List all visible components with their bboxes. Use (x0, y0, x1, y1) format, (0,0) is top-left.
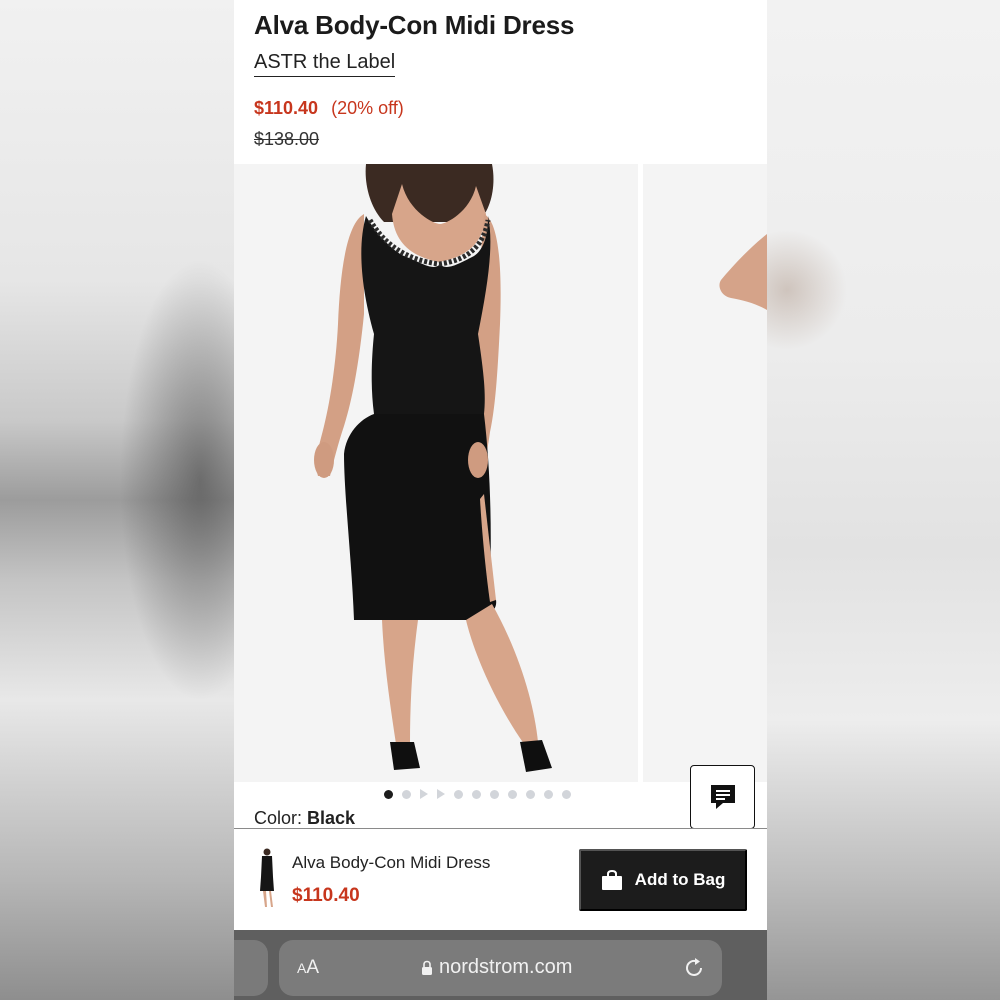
video-dot-icon[interactable] (420, 789, 428, 799)
chat-button[interactable] (690, 765, 755, 829)
carousel-dot[interactable] (402, 789, 411, 799)
model-photo (234, 164, 638, 782)
shopping-bag-icon (601, 870, 622, 890)
product-title: Alva Body-Con Midi Dress (254, 10, 575, 40)
carousel-dot[interactable] (562, 789, 571, 799)
product-thumbnail (254, 847, 280, 911)
color-label: Color: (254, 808, 303, 828)
original-price: $138.00 (254, 129, 320, 149)
carousel-dot[interactable] (508, 789, 517, 799)
carousel-dot[interactable] (454, 789, 463, 799)
carousel-dot[interactable] (472, 789, 481, 799)
blurred-background-right (767, 0, 1000, 1000)
lock-icon (422, 960, 432, 975)
add-to-bag-button[interactable]: Add to Bag (579, 849, 747, 911)
aa-big: A (306, 957, 320, 978)
price-row: $110.40 (20% off) (254, 98, 404, 119)
aa-small: A (297, 960, 307, 976)
video-dot-icon[interactable] (437, 789, 445, 799)
sticky-product-price: $110.40 (292, 885, 360, 906)
add-to-bag-label: Add to Bag (634, 870, 726, 889)
color-selection: Color: Black (254, 808, 355, 829)
sale-price: $110.40 (254, 98, 319, 118)
carousel-dots[interactable] (384, 788, 571, 800)
discount-percent: (20% off) (331, 98, 404, 118)
brand-link[interactable]: ASTR the Label (254, 51, 396, 77)
carousel-dot[interactable] (384, 789, 393, 799)
sticky-add-to-bag-bar: Alva Body-Con Midi Dress $110.40 Add to … (234, 828, 767, 930)
sticky-product-name: Alva Body-Con Midi Dress (292, 853, 491, 872)
address-bar[interactable]: AA nordstrom.com (279, 940, 722, 996)
phone-screen: Alva Body-Con Midi Dress ASTR the Label … (234, 0, 767, 1000)
product-image-next[interactable] (643, 164, 767, 782)
carousel-dot[interactable] (490, 789, 499, 799)
reader-options-button[interactable]: AA (297, 957, 319, 979)
carousel-dot[interactable] (544, 789, 553, 799)
previous-tab[interactable] (234, 940, 268, 996)
blurred-background-left (0, 0, 234, 1000)
url-text: nordstrom.com (439, 956, 573, 978)
next-photo-peek (643, 164, 767, 782)
reload-icon[interactable] (682, 956, 706, 980)
carousel-dot[interactable] (526, 789, 535, 799)
url-display[interactable]: nordstrom.com (421, 956, 572, 979)
product-image-main[interactable] (234, 164, 638, 782)
chat-bubble-icon (710, 785, 735, 809)
browser-toolbar: AA nordstrom.com (234, 930, 767, 1000)
color-value: Black (307, 808, 356, 828)
